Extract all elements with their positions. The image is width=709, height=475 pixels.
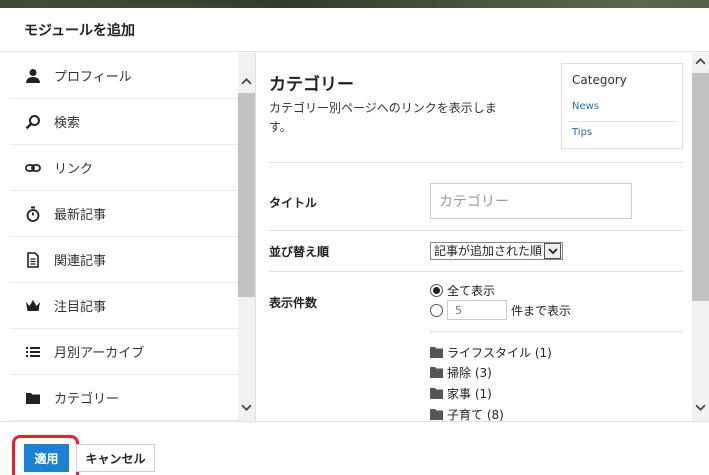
sidebar-item-recent-posts[interactable]: 最新記事 <box>10 191 238 237</box>
category-item[interactable]: 掃除 (3) <box>430 364 492 381</box>
count-label: 表示件数 <box>269 296 318 310</box>
sort-select-value[interactable]: 記事が追加された順 <box>430 241 564 260</box>
preview-title: Category <box>572 73 627 87</box>
sort-select[interactable]: 記事が追加された順 <box>430 241 564 260</box>
chevron-down-icon[interactable] <box>238 399 255 416</box>
sort-label: 並び替え順 <box>269 245 330 259</box>
divider <box>269 162 683 163</box>
sidebar-item-label: 検索 <box>54 116 81 131</box>
divider <box>269 271 683 272</box>
radio-unselected[interactable] <box>430 303 443 317</box>
add-module-dialog: モジュールを追加 プロフィール 検索 リンク 最新記事 関連記事 注目記事 月別… <box>0 8 709 475</box>
divider <box>430 331 683 332</box>
category-label: 子育て (8) <box>447 408 504 421</box>
module-settings-panel: カテゴリー カテゴリー別ページへのリンクを表示します。 Category New… <box>256 53 709 421</box>
count-all-label: 全て表示 <box>447 284 496 298</box>
cancel-button[interactable]: キャンセル <box>76 444 155 472</box>
chevron-down-icon[interactable] <box>544 242 562 259</box>
scrollbar-thumb[interactable] <box>238 93 255 297</box>
count-suffix-label: 件まで表示 <box>511 303 572 318</box>
sidebar-item-label: 関連記事 <box>54 254 107 269</box>
document-icon <box>24 251 42 269</box>
person-icon <box>24 67 42 85</box>
sidebar-item-label: カテゴリー <box>54 392 120 407</box>
chevron-down-icon[interactable] <box>692 399 709 416</box>
chevron-up-icon[interactable] <box>692 53 709 70</box>
folder-icon <box>430 409 443 420</box>
module-title: カテゴリー <box>269 75 354 95</box>
category-label: 家事 (1) <box>447 387 492 401</box>
title-label: タイトル <box>269 196 318 210</box>
sidebar-item-label: 注目記事 <box>54 300 107 315</box>
highlight-annotation <box>12 435 79 475</box>
sidebar-item-category[interactable]: カテゴリー <box>10 375 238 421</box>
module-list: プロフィール 検索 リンク 最新記事 関連記事 注目記事 月別アーカイブ カテゴ… <box>10 53 256 421</box>
preview-item: Tips <box>572 127 593 138</box>
sidebar-item-link[interactable]: リンク <box>10 145 238 191</box>
scrollbar-thumb[interactable] <box>692 73 709 301</box>
sidebar-item-related-posts[interactable]: 関連記事 <box>10 237 238 283</box>
folder-icon <box>430 347 443 358</box>
sidebar-item-featured-posts[interactable]: 注目記事 <box>10 283 238 329</box>
sidebar-item-label: プロフィール <box>54 70 132 85</box>
preview-item: News <box>572 101 600 112</box>
sidebar-item-label: 最新記事 <box>54 208 107 223</box>
search-icon <box>24 113 42 131</box>
list-icon <box>24 343 42 361</box>
count-all-option[interactable]: 全て表示 <box>430 282 495 299</box>
sidebar-item-monthly-archive[interactable]: 月別アーカイブ <box>10 329 238 375</box>
category-item[interactable]: ライフスタイル (1) <box>430 344 552 361</box>
crown-icon <box>24 297 42 315</box>
sidebar-scrollbar[interactable] <box>238 53 255 421</box>
category-label: 掃除 (3) <box>447 366 492 380</box>
dialog-footer: 適用 キャンセル <box>0 421 709 475</box>
category-item[interactable]: 子育て (8) <box>430 406 504 421</box>
link-icon <box>24 159 42 177</box>
folder-icon <box>430 367 443 378</box>
sort-select-text: 記事が追加された順 <box>434 244 543 258</box>
sidebar-item-profile[interactable]: プロフィール <box>10 53 238 99</box>
title-input[interactable]: カテゴリー <box>430 183 632 219</box>
module-description: カテゴリー別ページへのリンクを表示します。 <box>269 101 497 134</box>
sidebar-item-search[interactable]: 検索 <box>10 99 238 145</box>
category-item[interactable]: 家事 (1) <box>430 385 492 402</box>
module-preview: Category News Tips <box>561 63 683 149</box>
content-scrollbar[interactable] <box>692 53 709 421</box>
chevron-up-icon[interactable] <box>238 73 255 90</box>
count-number-input[interactable]: 5 <box>447 300 507 320</box>
stopwatch-icon <box>24 205 42 223</box>
radio-selected[interactable] <box>430 284 443 297</box>
dialog-title: モジュールを追加 <box>0 8 709 52</box>
category-label: ライフスタイル (1) <box>447 346 552 360</box>
preview-divider <box>568 121 676 122</box>
sidebar-item-label: 月別アーカイブ <box>54 346 145 361</box>
divider <box>269 230 683 231</box>
sidebar-item-label: リンク <box>54 162 94 177</box>
count-limit-option[interactable]: 5 件まで表示 <box>430 300 571 320</box>
folder-icon <box>430 388 443 399</box>
folder-icon <box>24 389 42 407</box>
